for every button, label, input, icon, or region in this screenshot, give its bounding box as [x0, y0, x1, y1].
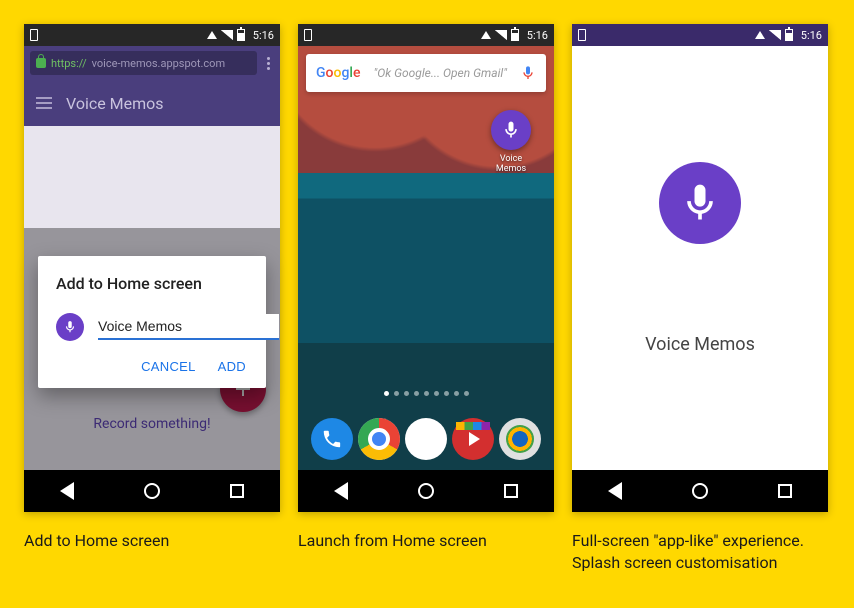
clock: 5:16	[801, 29, 822, 42]
voice-search-icon[interactable]	[520, 65, 536, 81]
splash-title: Voice Memos	[645, 334, 755, 355]
camera-app-icon[interactable]	[499, 418, 541, 460]
url-field[interactable]: https:// voice-memos.appspot.com	[30, 51, 257, 75]
phone-add-to-home: 5:16 https:// voice-memos.appspot.com Voi…	[24, 24, 280, 512]
browser-menu-button[interactable]	[263, 57, 274, 70]
caption-1: Add to Home screen	[24, 530, 280, 573]
recents-button[interactable]	[775, 481, 795, 501]
home-button[interactable]	[690, 481, 710, 501]
home-button[interactable]	[142, 481, 162, 501]
recents-button[interactable]	[227, 481, 247, 501]
play-movies-icon[interactable]	[452, 418, 494, 460]
back-button[interactable]	[605, 481, 625, 501]
search-hint: "Ok Google... Open Gmail"	[360, 66, 520, 80]
app-header: Voice Memos	[24, 80, 280, 126]
signal-icon	[769, 30, 781, 40]
clock: 5:16	[253, 29, 274, 42]
phone-splash: 5:16 Voice Memos	[572, 24, 828, 512]
android-navbar	[24, 470, 280, 512]
hamburger-icon[interactable]	[36, 97, 52, 109]
dev-icon	[304, 29, 312, 41]
mic-icon	[56, 313, 84, 341]
dock	[298, 418, 554, 460]
shortcut-label: Voice Memos	[488, 154, 534, 174]
google-search-bar[interactable]: Google "Ok Google... Open Gmail"	[306, 54, 546, 92]
header-title: Voice Memos	[66, 94, 164, 113]
chrome-app-icon[interactable]	[358, 418, 400, 460]
url-host: voice-memos.appspot.com	[92, 57, 225, 70]
app-drawer-icon[interactable]	[405, 418, 447, 460]
add-button[interactable]: ADD	[218, 359, 246, 374]
lock-icon	[36, 58, 46, 68]
phone-home-screen: 5:16 Google "Ok Google... Open Gmail" Vo…	[298, 24, 554, 512]
url-protocol: https://	[51, 57, 87, 70]
dev-icon	[30, 29, 38, 41]
dialog-title: Add to Home screen	[56, 274, 248, 293]
splash-mic-icon	[659, 162, 741, 244]
statusbar: 5:16	[298, 24, 554, 46]
signal-icon	[495, 30, 507, 40]
battery-icon	[237, 29, 245, 41]
browser-url-bar[interactable]: https:// voice-memos.appspot.com	[24, 46, 280, 80]
back-button[interactable]	[57, 481, 77, 501]
back-button[interactable]	[331, 481, 351, 501]
dev-icon	[578, 29, 586, 41]
add-to-home-dialog: Add to Home screen CANCEL ADD	[38, 256, 266, 388]
signal-icon	[221, 30, 233, 40]
recents-button[interactable]	[501, 481, 521, 501]
wifi-icon	[481, 31, 491, 39]
mic-icon	[491, 110, 531, 150]
android-navbar	[298, 470, 554, 512]
google-logo: Google	[316, 65, 360, 81]
statusbar: 5:16	[572, 24, 828, 46]
page-indicator[interactable]	[298, 391, 554, 396]
caption-2: Launch from Home screen	[298, 530, 554, 573]
home-button[interactable]	[416, 481, 436, 501]
caption-3: Full-screen "app-like" experience. Splas…	[572, 530, 828, 573]
wifi-icon	[207, 31, 217, 39]
shortcut-name-input[interactable]	[98, 314, 279, 340]
android-navbar	[572, 470, 828, 512]
voice-memos-shortcut[interactable]: Voice Memos	[488, 110, 534, 174]
phone-app-icon[interactable]	[311, 418, 353, 460]
clock: 5:16	[527, 29, 548, 42]
cancel-button[interactable]: CANCEL	[141, 359, 196, 374]
statusbar: 5:16	[24, 24, 280, 46]
wifi-icon	[755, 31, 765, 39]
battery-icon	[511, 29, 519, 41]
battery-icon	[785, 29, 793, 41]
